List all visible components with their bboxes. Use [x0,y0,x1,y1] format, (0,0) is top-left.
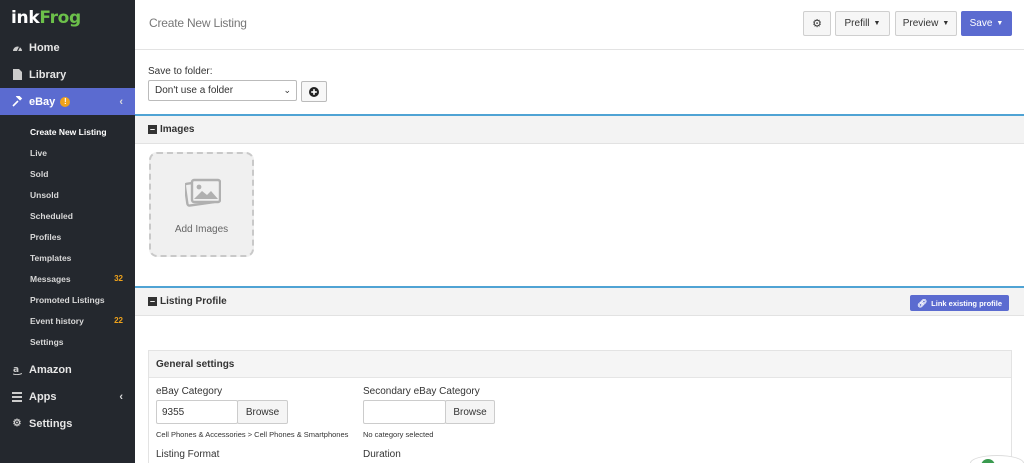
listing-profile-section-header[interactable]: – Listing Profile 🔗︎ Link existing profil… [135,286,1024,316]
link-existing-profile-button[interactable]: 🔗︎ Link existing profile [910,295,1009,311]
general-settings-title: General settings [149,351,1011,378]
sidebar-subitem-settings[interactable]: Settings [0,331,135,352]
sidebar-item-home[interactable]: Home [0,34,135,61]
main-content: Save to folder: Don't use a folder ⌄ – Im… [135,51,1024,463]
prefill-label: Prefill [844,18,870,29]
dashboard-icon [11,43,23,52]
secondary-category-input[interactable] [363,400,446,424]
sidebar-item-apps[interactable]: Apps ‹ [0,383,135,410]
caret-down-icon: ▼ [942,20,950,27]
svg-text:a: a [13,365,19,375]
subitem-label: Promoted Listings [30,294,105,305]
ebay-category-value: 9355 [162,406,185,418]
ebay-category-label: eBay Category [156,386,223,397]
add-images-dropzone[interactable]: Add Images [149,152,254,257]
sidebar: inkFrog Home Library eBay ! ‹ Create New… [0,0,135,463]
gear-icon: ⚙ [12,418,22,429]
sidebar-subitem-unsold[interactable]: Unsold [0,184,135,205]
sidebar-subitem-messages[interactable]: Messages 32 [0,268,135,289]
plus-circle-icon [309,86,319,97]
sidebar-item-label: Home [29,41,60,54]
link-icon: 🔗︎ [917,298,928,308]
ebay-category-input[interactable]: 9355 [156,400,238,424]
chevron-left-icon[interactable]: ‹ [119,96,123,108]
add-images-label: Add Images [174,224,229,235]
folder-label: Save to folder: [148,66,213,77]
sidebar-subitem-create-new-listing[interactable]: Create New Listing [0,121,135,142]
secondary-category-hint: No category selected [363,430,434,439]
subitem-label: Scheduled [30,210,73,221]
ebay-category-path: Cell Phones & Accessories > Cell Phones … [156,430,349,439]
sidebar-subitem-sold[interactable]: Sold [0,163,135,184]
sidebar-item-ebay[interactable]: eBay ! ‹ [0,88,135,115]
gear-icon: ⚙ [812,18,822,30]
sidebar-subitem-profiles[interactable]: Profiles [0,226,135,247]
amazon-icon: a [11,364,23,375]
subitem-label: Unsold [30,189,59,200]
secondary-category-browse-button[interactable]: Browse [445,400,495,424]
ebay-submenu: Create New Listing Live Sold Unsold Sche… [0,115,135,356]
sidebar-item-label: Amazon [29,363,72,376]
chevron-down-icon: ⌄ [283,85,291,95]
preview-button[interactable]: Preview ▼ [895,11,957,36]
help-widget-icon [981,459,995,463]
save-label: Save [969,18,993,29]
save-button[interactable]: Save ▼ [961,11,1012,36]
collapse-icon[interactable]: – [148,297,157,306]
collapse-icon[interactable]: – [148,125,157,134]
chevron-left-icon[interactable]: ‹ [119,391,123,403]
subitem-label: Sold [30,168,49,179]
subitem-label: Create New Listing [30,126,107,137]
file-icon [11,69,23,80]
logo-ink-text: ink [11,8,40,28]
subitem-label: Live [30,147,48,158]
subitem-label: Messages [30,273,71,284]
sidebar-item-settings[interactable]: ⚙ Settings [0,410,135,437]
sidebar-subitem-promoted-listings[interactable]: Promoted Listings [0,289,135,310]
sidebar-item-label: Apps [29,390,57,403]
subitem-label: Settings [30,336,64,347]
page-header: Create New Listing ⚙ Prefill ▼ Preview ▼… [135,0,1024,50]
browse-label: Browse [453,406,487,418]
sidebar-item-label: Library [29,68,67,81]
listing-profile-title: Listing Profile [160,296,227,307]
apps-grid-icon [11,391,23,402]
browse-label: Browse [245,406,280,418]
sidebar-subitem-scheduled[interactable]: Scheduled [0,205,135,226]
page-title: Create New Listing [149,16,247,30]
general-settings-card: General settings eBay Category 9355 Brow… [148,350,1012,463]
alert-badge: ! [60,96,71,107]
sidebar-item-library[interactable]: Library [0,61,135,88]
images-section-title: Images [160,124,195,135]
settings-button[interactable]: ⚙ [803,11,831,36]
caret-down-icon: ▼ [996,20,1004,27]
folder-select-value: Don't use a folder [155,85,234,96]
preview-label: Preview [902,18,939,29]
caret-down-icon: ▼ [873,20,881,27]
add-folder-button[interactable] [301,81,327,102]
secondary-category-label: Secondary eBay Category [363,386,480,397]
gavel-icon [11,96,23,107]
ebay-category-browse-button[interactable]: Browse [237,400,288,424]
subitem-label: Templates [30,252,72,263]
subitem-label: Profiles [30,231,62,242]
listing-format-label: Listing Format [156,449,220,460]
sidebar-subitem-templates[interactable]: Templates [0,247,135,268]
sidebar-item-label: eBay [29,95,56,108]
inkfrog-logo[interactable]: inkFrog [0,0,135,34]
event-history-count: 22 [114,316,123,325]
messages-count: 32 [114,274,123,283]
logo-frog-text: Frog [39,8,81,28]
duration-label: Duration [363,449,401,460]
images-icon [185,178,221,207]
sidebar-subitem-live[interactable]: Live [0,142,135,163]
sidebar-item-label: Settings [29,417,73,430]
link-existing-profile-label: Link existing profile [931,298,1002,308]
prefill-button[interactable]: Prefill ▼ [835,11,890,36]
images-section-header[interactable]: – Images [135,114,1024,144]
subitem-label: Event history [30,315,84,326]
folder-select[interactable]: Don't use a folder ⌄ [148,80,297,101]
sidebar-item-amazon[interactable]: a Amazon [0,356,135,383]
sidebar-subitem-event-history[interactable]: Event history 22 [0,310,135,331]
